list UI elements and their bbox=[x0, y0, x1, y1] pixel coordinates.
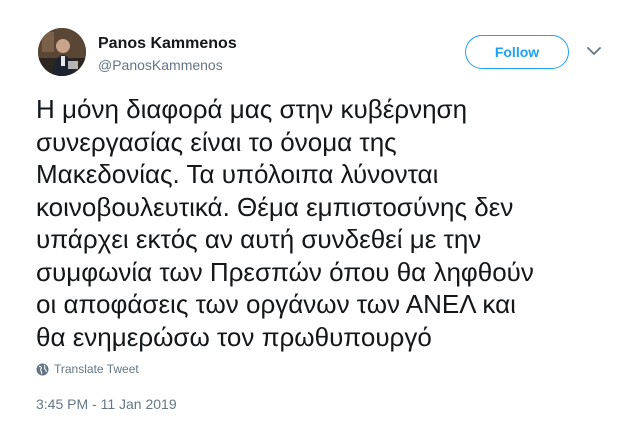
avatar-image bbox=[38, 28, 86, 76]
tweet-text: Η μόνη διαφορά μας στην κυβέρνηση συνεργ… bbox=[36, 94, 534, 352]
avatar[interactable] bbox=[38, 28, 86, 76]
tweet-card: Panos Kammenos @PanosKammenos Follow Η μ… bbox=[0, 0, 640, 421]
translate-tweet-link[interactable]: Translate Tweet bbox=[36, 362, 139, 376]
chevron-down-icon bbox=[587, 46, 601, 55]
globe-icon bbox=[36, 363, 49, 375]
translate-label: Translate Tweet bbox=[54, 362, 139, 376]
follow-button[interactable]: Follow bbox=[465, 35, 569, 69]
author-handle[interactable]: @PanosKammenos bbox=[98, 57, 223, 73]
tweet-timestamp[interactable]: 3:45 PM - 11 Jan 2019 bbox=[36, 396, 177, 412]
author-name[interactable]: Panos Kammenos bbox=[98, 35, 237, 53]
more-options-button[interactable] bbox=[586, 44, 602, 58]
